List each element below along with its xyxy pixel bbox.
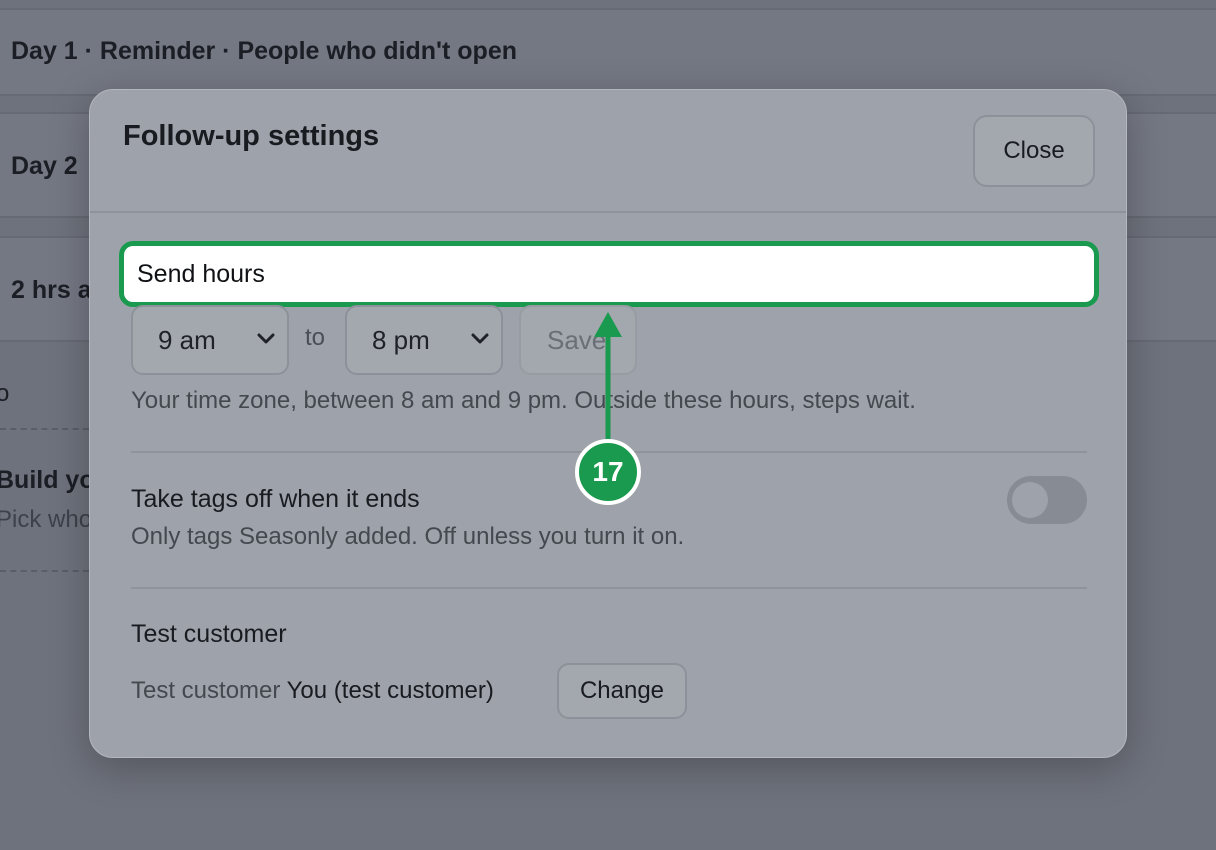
- save-button[interactable]: Save: [519, 305, 637, 375]
- header-divider: [90, 211, 1126, 213]
- send-hours-help-text: Your time zone, between 8 am and 9 pm. O…: [131, 387, 916, 414]
- to-label: to: [305, 324, 326, 351]
- send-to-value: 8 pm: [372, 324, 430, 355]
- modal-title: Follow-up settings: [123, 120, 380, 152]
- send-from-value: 9 am: [158, 324, 216, 355]
- send-to-select[interactable]: 8 pm: [345, 305, 503, 375]
- background-symbol: o: [0, 380, 10, 407]
- test-customer-title: Test customer: [131, 620, 287, 648]
- remove-tags-toggle[interactable]: [1007, 476, 1087, 524]
- send-from-select[interactable]: 9 am: [131, 305, 289, 375]
- background-title: Build yo: [0, 466, 95, 494]
- remove-tags-subtitle: Only tags Seasonly added. Off unless you…: [131, 523, 685, 550]
- close-button[interactable]: Close: [973, 115, 1095, 187]
- change-test-customer-button[interactable]: Change: [557, 663, 687, 719]
- test-customer-label: Test customer: [131, 677, 281, 704]
- sequence-row-label: Day 1 · Reminder · People who didn't ope…: [11, 37, 517, 65]
- send-hours-label: Send hours: [137, 259, 265, 288]
- follow-up-settings-modal: Follow-up settings Close Send hours 9 am…: [89, 89, 1127, 758]
- chevron-down-icon: [471, 333, 489, 344]
- toggle-knob: [1012, 482, 1048, 518]
- background-subtitle: Pick who: [0, 506, 93, 533]
- test-customer-line: Test customer You (test customer): [131, 677, 494, 705]
- step-number-badge: 17: [575, 439, 641, 505]
- remove-tags-title: Take tags off when it ends: [131, 485, 420, 513]
- chevron-down-icon: [257, 333, 275, 344]
- sequence-row-label: 2 hrs a: [11, 276, 92, 304]
- test-customer-value: You (test customer): [286, 677, 494, 704]
- sequence-row-label: Day 2: [11, 152, 78, 180]
- send-hours-field[interactable]: Send hours: [119, 241, 1099, 307]
- section-divider: [131, 587, 1087, 589]
- sequence-row[interactable]: Day 1 · Reminder · People who didn't ope…: [0, 8, 1216, 96]
